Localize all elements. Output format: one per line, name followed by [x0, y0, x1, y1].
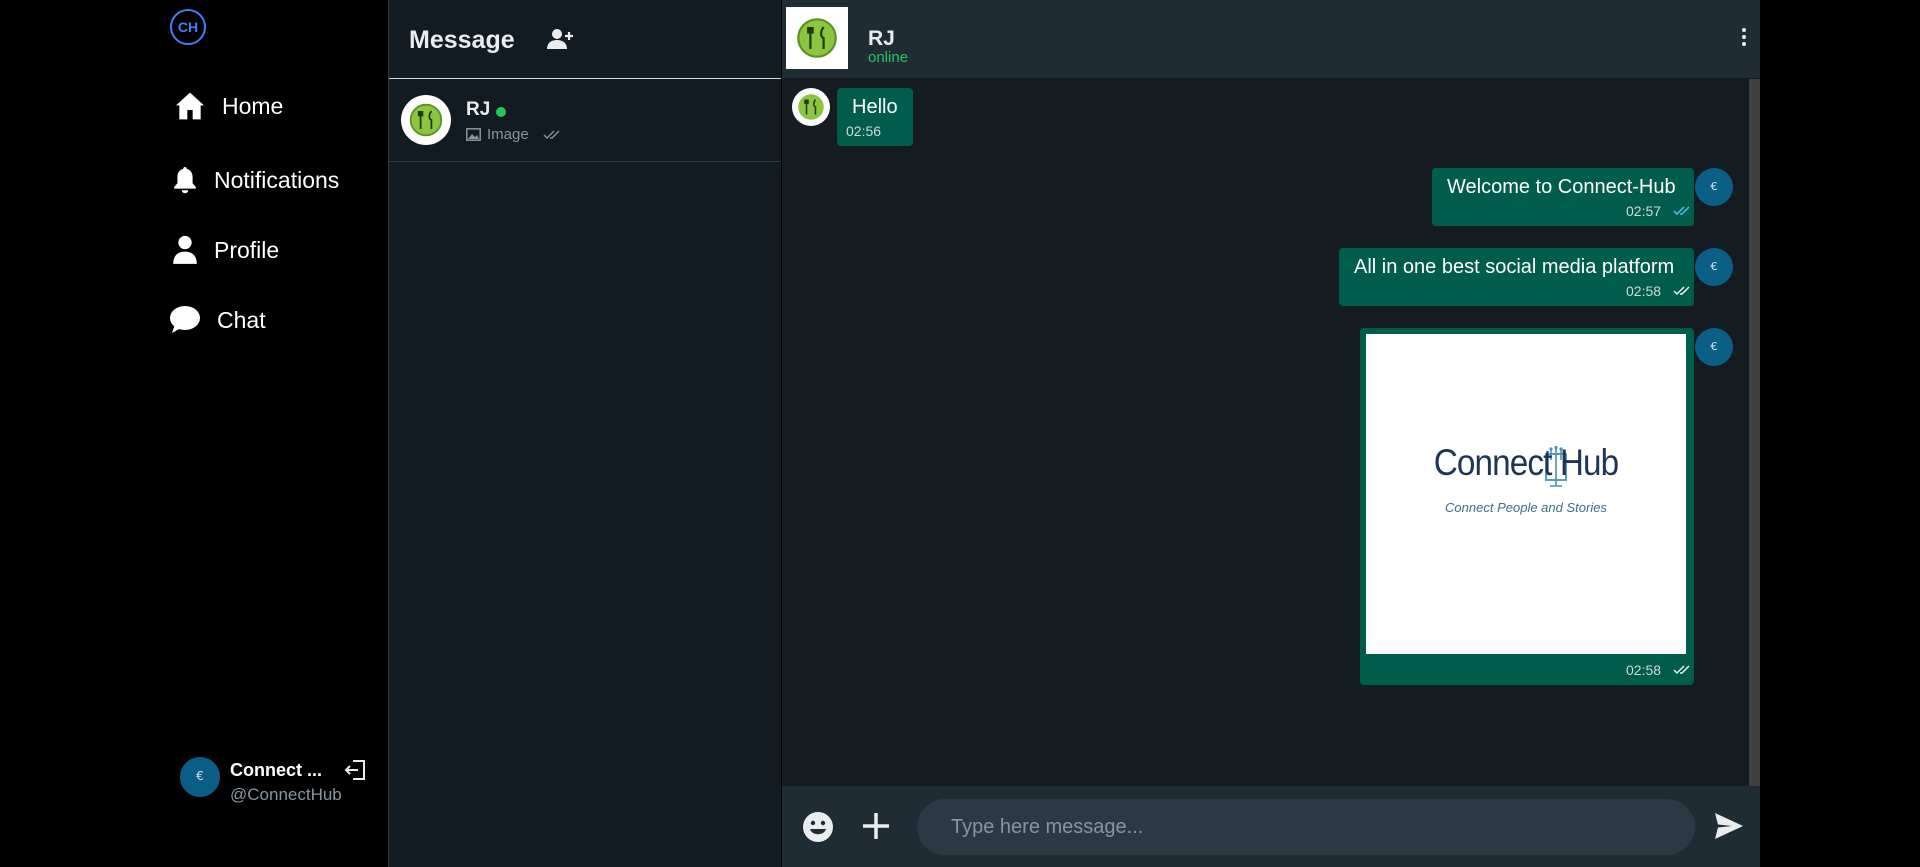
double-check-icon: [1673, 286, 1690, 296]
chat-panel: RJ online Hello 02:56 Welcome to Connect…: [782, 0, 1760, 867]
nav-profile[interactable]: Profile: [172, 235, 279, 265]
account-card[interactable]: € Connect ... @ConnectHub: [180, 757, 365, 807]
emoji-icon[interactable]: [802, 811, 834, 843]
home-icon: [176, 92, 204, 120]
attach-plus-icon[interactable]: [861, 811, 891, 841]
read-receipt-icon: [1673, 206, 1690, 216]
restaurant-logo-icon: [798, 94, 824, 120]
message-bubble-image[interactable]: Connect Hub Connect People and Stories 0…: [1360, 328, 1694, 685]
brand-mark-icon: €: [1711, 180, 1718, 193]
brand-mark-icon: €: [1711, 260, 1718, 273]
svg-text:€: €: [1711, 260, 1718, 273]
chat-contact-avatar[interactable]: [786, 7, 848, 69]
message-bubble-outgoing[interactable]: Welcome to Connect-Hub 02:57: [1432, 168, 1694, 226]
chat-contact-name: RJ: [868, 27, 895, 50]
chat-header: RJ online: [782, 0, 1760, 79]
message-time: 02:57: [1626, 203, 1662, 219]
nav-profile-label: Profile: [214, 236, 280, 263]
brand-mark-icon: €: [196, 769, 204, 783]
contact-name: RJ: [466, 99, 491, 120]
send-icon[interactable]: [1714, 812, 1744, 840]
image-brand-title: Connect Hub: [1433, 442, 1619, 483]
message-area[interactable]: Hello 02:56 Welcome to Connect-Hub 02:57…: [782, 79, 1760, 786]
app-logo[interactable]: CH: [170, 9, 206, 45]
last-message-preview: Image: [466, 126, 561, 143]
conversation-list-panel: Message RJ Image: [389, 0, 781, 867]
messages-title: Message: [409, 26, 515, 54]
online-indicator: [496, 107, 506, 117]
restaurant-logo-icon: [797, 18, 837, 58]
chat-bubble-icon: [170, 306, 200, 333]
nav-home-label: Home: [222, 92, 284, 119]
message-time: 02:56: [846, 123, 882, 139]
add-contact-icon[interactable]: [547, 28, 573, 50]
my-avatar: €: [1695, 328, 1733, 366]
nav-notifications[interactable]: Notifications: [172, 165, 339, 195]
message-composer: [782, 786, 1760, 867]
nav-notifications-label: Notifications: [214, 166, 340, 193]
my-avatar: €: [1695, 168, 1733, 206]
svg-text:€: €: [1711, 180, 1718, 193]
message-text: Welcome to Connect-Hub: [1447, 176, 1676, 198]
account-handle: @ConnectHub: [230, 785, 342, 804]
sender-avatar: [792, 88, 830, 126]
conversation-item-rj[interactable]: RJ Image: [389, 79, 781, 162]
double-check-icon: [543, 130, 560, 139]
message-text: All in one best social media platform: [1354, 256, 1675, 278]
message-input[interactable]: [917, 799, 1695, 855]
left-sidebar: CH Home Notifications Profile Chat € Con…: [0, 0, 389, 867]
svg-text:€: €: [196, 769, 204, 783]
chat-contact-status: online: [868, 49, 909, 66]
message-text: Hello: [852, 96, 898, 118]
logout-icon[interactable]: [344, 759, 366, 781]
nav-home[interactable]: Home: [174, 90, 283, 122]
nav-chat[interactable]: Chat: [169, 305, 266, 335]
message-bubble-incoming[interactable]: Hello 02:56: [837, 88, 913, 146]
bell-icon: [174, 167, 196, 194]
brand-mark-icon: €: [1711, 340, 1718, 353]
user-icon: [173, 235, 197, 264]
nav-chat-label: Chat: [217, 306, 266, 333]
double-check-icon: [1673, 665, 1690, 675]
message-time: 02:58: [1626, 662, 1662, 678]
message-time: 02:58: [1626, 283, 1662, 299]
contact-avatar: [401, 95, 451, 145]
restaurant-logo-icon: [409, 103, 443, 137]
more-options-icon[interactable]: [1740, 27, 1748, 47]
image-brand-subtitle: Connect People and Stories: [1445, 500, 1607, 515]
svg-text:€: €: [1711, 340, 1718, 353]
my-avatar: €: [1695, 248, 1733, 286]
shared-image[interactable]: Connect Hub Connect People and Stories: [1366, 334, 1686, 654]
message-bubble-outgoing[interactable]: All in one best social media platform 02…: [1339, 248, 1694, 306]
message-scrollbar[interactable]: [1749, 79, 1760, 786]
conversation-list-header: Message: [389, 0, 781, 79]
image-icon: [466, 128, 481, 141]
account-avatar: €: [180, 757, 220, 797]
account-name: Connect ...: [230, 760, 323, 780]
last-message-text: Image: [487, 126, 529, 143]
